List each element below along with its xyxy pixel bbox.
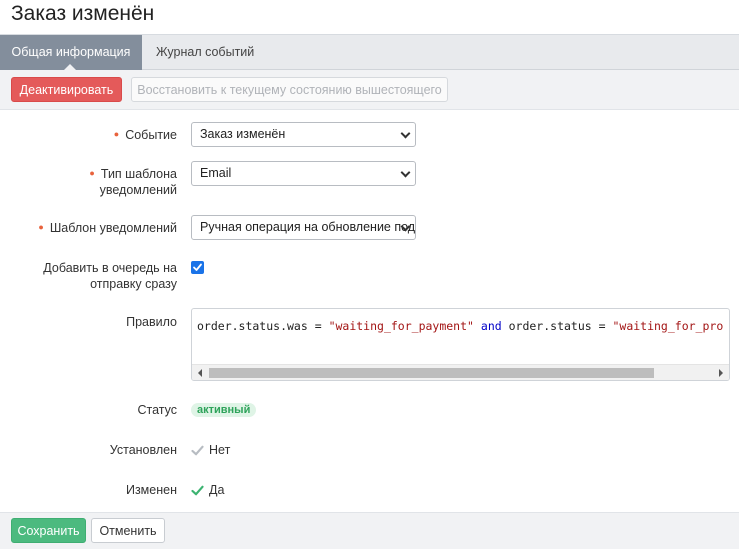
toolbar: Деактивировать Восстановить к текущему с… [0, 70, 739, 110]
restore-button[interactable]: Восстановить к текущему состоянию вышест… [131, 77, 448, 102]
tab-event-log-label: Журнал событий [156, 45, 255, 59]
rule-token-keyword: and [480, 319, 502, 333]
rule-token: order.status.was = [197, 319, 329, 333]
scroll-right-arrow-icon[interactable] [719, 369, 723, 377]
event-label-row: ● Событие [114, 126, 177, 143]
status-badge: активный [191, 403, 257, 417]
event-select[interactable]: Заказ изменён [191, 122, 416, 147]
template-type-select[interactable]: Email [191, 161, 416, 186]
chevron-down-icon [400, 167, 411, 178]
page-title: Заказ изменён [11, 2, 155, 25]
template-select[interactable]: Ручная операция на обновление подписки [191, 215, 416, 240]
horizontal-scrollbar[interactable] [192, 364, 729, 380]
save-button[interactable]: Сохранить [11, 518, 86, 543]
template-label: Шаблон уведомлений [49, 221, 177, 235]
tab-general-info[interactable]: Общая информация [0, 35, 142, 70]
template-type-label-row: ● Тип шаблона уведомлений [67, 165, 177, 198]
template-label-row: ● Шаблон уведомлений [38, 219, 177, 236]
event-label: Событие [125, 128, 177, 142]
queue-now-checkbox[interactable] [191, 261, 204, 274]
deactivate-button[interactable]: Деактивировать [11, 77, 122, 102]
template-select-value: Ручная операция на обновление подписки [200, 220, 416, 234]
check-icon [191, 485, 204, 496]
chevron-down-icon [400, 128, 411, 139]
rule-label: Правило [126, 315, 177, 329]
rule-token: order.status = [501, 319, 613, 333]
modified-label: Изменен [125, 483, 177, 497]
tab-event-log[interactable]: Журнал событий [144, 35, 266, 70]
rule-code-line: order.status.was = "waiting_for_payment"… [197, 319, 723, 333]
required-marker: ● [113, 129, 120, 139]
scrollbar-thumb[interactable] [209, 368, 654, 378]
required-marker: ● [89, 168, 95, 178]
rule-token-string: "waiting_for_payment" [328, 319, 474, 333]
cancel-button[interactable]: Отменить [91, 518, 165, 543]
installed-label: Установлен [109, 443, 177, 457]
modified-value-text: Да [209, 483, 225, 497]
checkmark-icon [193, 263, 202, 271]
rule-token-string: "waiting_for_pro [612, 319, 724, 333]
installed-value: Нет [191, 442, 230, 458]
status-label: Статус [137, 403, 177, 417]
event-select-value: Заказ изменён [200, 127, 286, 141]
template-type-label: Тип шаблона уведомлений [99, 167, 177, 197]
tab-bar: Общая информация Журнал событий [0, 34, 739, 70]
rule-token [474, 319, 481, 333]
tab-general-info-label: Общая информация [11, 45, 131, 59]
required-marker: ● [38, 222, 44, 232]
installed-value-text: Нет [209, 443, 231, 457]
rule-editor[interactable]: order.status.was = "waiting_for_payment"… [191, 308, 730, 381]
check-icon [191, 445, 204, 456]
template-type-select-value: Email [200, 166, 232, 180]
footer-bar: Сохранить Отменить [0, 512, 739, 549]
modified-value: Да [191, 482, 224, 498]
scroll-left-arrow-icon[interactable] [198, 369, 202, 377]
queue-label: Добавить в очередь на отправку сразу [43, 261, 177, 291]
